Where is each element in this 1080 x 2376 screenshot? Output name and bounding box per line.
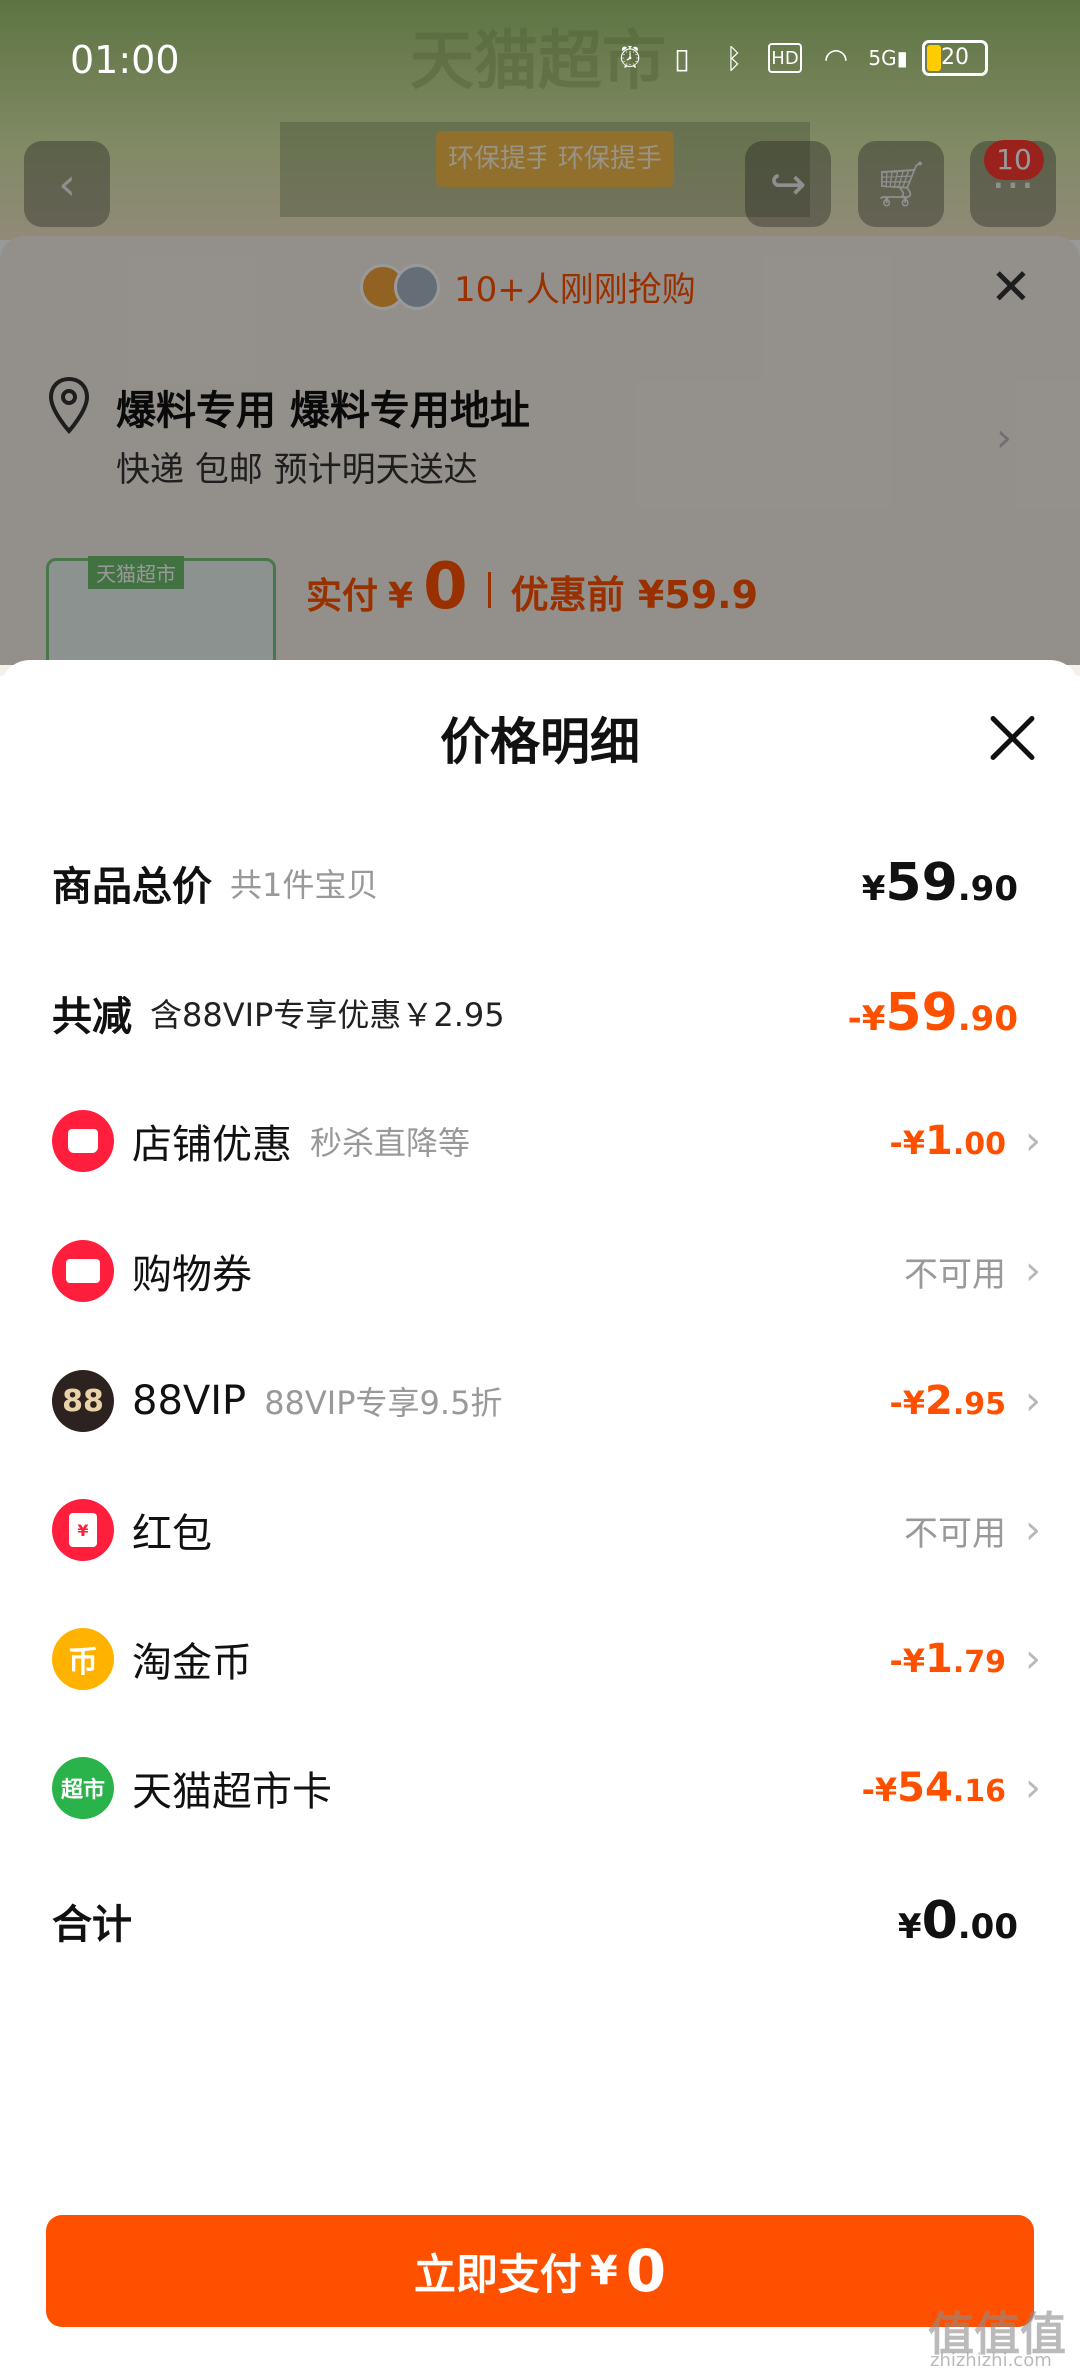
pay-now-currency: ¥ [589, 2248, 618, 2294]
price-integer: 54 [897, 1765, 953, 1811]
coupon-icon [52, 1240, 114, 1302]
vibrate-icon: ▯ [674, 41, 690, 75]
price-integer: 59 [885, 853, 958, 913]
total-discount-note: 含88VIP专享优惠￥2.95 [150, 996, 505, 1034]
gold-coin-row[interactable]: 币 淘金币 -¥ 1 .79 › [0, 1614, 1080, 1704]
status-bar: 01:00 ⏰︎ ▯ ᛒ HD ◠ 5G▮ 20 [0, 0, 1080, 128]
battery-level [927, 45, 941, 71]
red-packet-icon: ¥ [52, 1499, 114, 1561]
chevron-right-icon: › [1025, 1248, 1041, 1294]
row-label: 店铺优惠 [132, 1122, 292, 1168]
total-discount-price: -¥ 59 .90 [848, 983, 1018, 1043]
gold-coin-icon: 币 [52, 1628, 114, 1690]
price-currency: -¥ [889, 1642, 925, 1680]
status-time: 01:00 [70, 38, 180, 82]
subtotal-row: 商品总价 共1件宝贝 ¥ 59 .90 [0, 838, 1080, 928]
row-amount: -¥ 2 .95 [889, 1378, 1006, 1424]
price-decimal: .00 [957, 1907, 1018, 1947]
total-discount-row: 共减 含88VIP专享优惠￥2.95 -¥ 59 .90 [0, 968, 1080, 1058]
hd-icon: HD [768, 43, 802, 73]
price-decimal: .90 [957, 869, 1018, 909]
supermarket-card-icon: 超市 [52, 1757, 114, 1819]
store-discount-row[interactable]: 店铺优惠 秒杀直降等 -¥ 1 .00 › [0, 1096, 1080, 1186]
subtotal-label: 商品总价 [52, 864, 212, 910]
pay-now-amount: 0 [625, 2237, 667, 2305]
price-integer: 59 [885, 983, 958, 1043]
price-integer: 1 [925, 1636, 953, 1682]
pay-now-button[interactable]: 立即支付 ¥ 0 [46, 2215, 1034, 2327]
wifi-icon: ◠ [823, 41, 849, 75]
total-discount-label: 共减 [52, 994, 132, 1040]
row-note: 秒杀直降等 [310, 1124, 471, 1162]
price-currency: -¥ [889, 1384, 925, 1422]
price-currency: -¥ [889, 1124, 925, 1162]
subtotal-note: 共1件宝贝 [230, 866, 379, 904]
price-decimal: .90 [957, 999, 1018, 1039]
signal-5g-icon: 5G▮ [868, 46, 908, 70]
alarm-icon: ⏰︎ [619, 41, 641, 74]
close-icon[interactable] [986, 712, 1038, 764]
chevron-right-icon: › [1025, 1765, 1041, 1811]
coupon-row[interactable]: 购物券 不可用 › [0, 1226, 1080, 1316]
total-row: 合计 ¥ 0 .00 [0, 1876, 1080, 1966]
row-amount: -¥ 1 .00 [889, 1118, 1006, 1164]
battery-icon: 20 [922, 40, 988, 76]
price-currency: -¥ [847, 999, 886, 1039]
row-amount: -¥ 1 .79 [889, 1636, 1006, 1682]
row-label: 天猫超市卡 [132, 1769, 332, 1815]
price-decimal: .79 [952, 1645, 1006, 1680]
price-integer: 2 [925, 1378, 953, 1424]
price-decimal: .00 [952, 1127, 1006, 1162]
sheet-title: 价格明细 [440, 713, 640, 771]
88vip-row[interactable]: 88 88VIP 88VIP专享9.5折 -¥ 2 .95 › [0, 1356, 1080, 1446]
chevron-right-icon: › [1025, 1507, 1041, 1553]
chevron-right-icon: › [1025, 1378, 1041, 1424]
row-note: 88VIP专享9.5折 [264, 1384, 503, 1422]
price-integer: 1 [925, 1118, 953, 1164]
subtotal-price: ¥ 59 .90 [862, 853, 1018, 913]
status-icons: ⏰︎ ▯ ᛒ HD ◠ 5G▮ 20 [612, 40, 988, 76]
row-status: 不可用 [904, 1513, 1006, 1554]
chevron-right-icon: › [1025, 1636, 1041, 1682]
row-amount: -¥ 54 .16 [862, 1765, 1006, 1811]
site-watermark-url: zhizhizhi.com [930, 2350, 1052, 2371]
row-label: 淘金币 [132, 1640, 252, 1686]
88vip-icon: 88 [52, 1370, 114, 1432]
row-label: 88VIP [132, 1378, 247, 1424]
row-status: 不可用 [904, 1254, 1006, 1295]
price-integer: 0 [921, 1891, 958, 1951]
total-price: ¥ 0 .00 [898, 1891, 1018, 1951]
price-decimal: .16 [952, 1774, 1006, 1809]
price-currency: ¥ [861, 869, 886, 909]
total-label: 合计 [52, 1902, 132, 1948]
pay-now-label: 立即支付 [413, 2249, 582, 2299]
price-currency: -¥ [861, 1771, 898, 1809]
row-label: 购物券 [132, 1252, 252, 1298]
chevron-right-icon: › [1025, 1118, 1041, 1164]
row-label: 红包 [132, 1511, 212, 1557]
bluetooth-icon: ᛒ [725, 41, 743, 75]
battery-text: 20 [941, 45, 969, 70]
red-packet-row[interactable]: ¥ 红包 不可用 › [0, 1485, 1080, 1575]
red-packet-symbol: ¥ [69, 1513, 97, 1547]
store-icon [52, 1110, 114, 1172]
supermarket-card-row[interactable]: 超市 天猫超市卡 -¥ 54 .16 › [0, 1743, 1080, 1833]
price-currency: ¥ [897, 1907, 922, 1947]
price-decimal: .95 [952, 1387, 1006, 1422]
